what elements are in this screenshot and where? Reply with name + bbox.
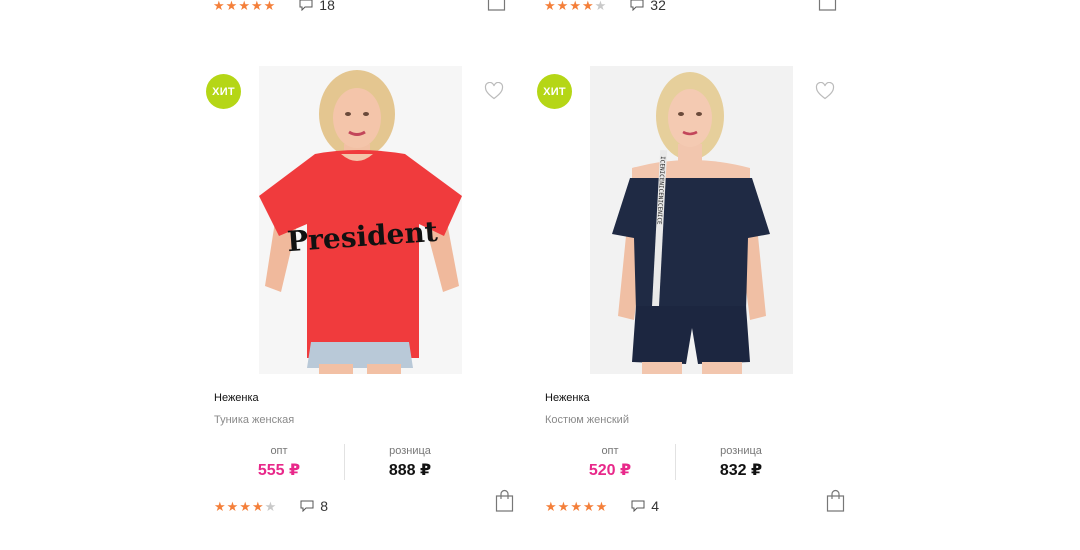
wholesale-label: опт <box>601 445 619 457</box>
star-filled-icon: ★ <box>239 498 251 514</box>
product-description[interactable]: Костюм женский <box>545 414 629 426</box>
product-image: President <box>259 66 462 374</box>
star-filled-icon: ★ <box>556 0 569 13</box>
retail-label: розница <box>720 445 762 457</box>
star-empty-icon: ★ <box>264 498 277 514</box>
star-filled-icon: ★ <box>251 498 264 514</box>
wholesale-value: 555 ₽ <box>257 462 301 479</box>
product-photo[interactable]: ICENICENICENICENICE <box>590 66 793 374</box>
hit-badge: ХИТ <box>537 74 572 109</box>
star-filled-icon: ★ <box>214 498 226 514</box>
cart-button[interactable] <box>487 0 506 17</box>
price-block: опт 520 ₽ розница 832 ₽ <box>545 444 845 480</box>
rating-block: ★ ★ ★ ★ ★ 32 <box>544 0 666 13</box>
rating-stars: ★ ★ ★ ★ ★ <box>545 500 607 513</box>
cart-button[interactable] <box>826 489 845 518</box>
star-filled-icon: ★ <box>569 0 581 13</box>
favorite-button[interactable] <box>815 81 835 105</box>
wholesale-price: опт 555 ₽ <box>214 444 344 481</box>
product-card[interactable]: President ХИТ Неженка Туника женская опт… <box>206 66 514 526</box>
hit-badge: ХИТ <box>206 74 241 109</box>
star-filled-icon: ★ <box>250 0 263 13</box>
comments-link[interactable]: 32 <box>630 0 666 13</box>
comment-icon <box>299 0 313 11</box>
star-filled-icon: ★ <box>226 498 239 514</box>
product-brand[interactable]: Неженка <box>214 392 259 404</box>
cart-button[interactable] <box>818 0 837 17</box>
star-filled-icon: ★ <box>557 498 570 514</box>
star-filled-icon: ★ <box>570 498 582 514</box>
retail-value: 832 ₽ <box>719 462 763 479</box>
comments-count: 18 <box>319 0 335 13</box>
star-filled-icon: ★ <box>582 498 595 514</box>
product-brand[interactable]: Неженка <box>545 392 590 404</box>
heart-icon <box>484 81 504 100</box>
rating-stars: ★ ★ ★ ★ ★ <box>544 0 606 12</box>
rating-block: ★ ★ ★ ★ ★ 4 <box>545 498 659 514</box>
wholesale-value: 520 ₽ <box>588 462 632 479</box>
cart-icon <box>495 489 514 512</box>
cart-icon <box>826 489 845 512</box>
star-filled-icon: ★ <box>263 0 276 13</box>
star-filled-icon: ★ <box>238 0 250 13</box>
star-filled-icon: ★ <box>544 0 556 13</box>
star-filled-icon: ★ <box>581 0 594 13</box>
rating-stars: ★ ★ ★ ★ ★ <box>214 500 276 513</box>
rating-block: ★ ★ ★ ★ ★ 18 <box>213 0 335 13</box>
cart-icon <box>487 0 506 11</box>
product-photo[interactable]: President <box>259 66 462 374</box>
product-description[interactable]: Туника женская <box>214 414 294 426</box>
heart-icon <box>815 81 835 100</box>
star-filled-icon: ★ <box>213 0 225 13</box>
previous-row: ★ ★ ★ ★ ★ 18 ★ ★ ★ ★ ★ 32 <box>0 0 1080 20</box>
rating-stars: ★ ★ ★ ★ ★ <box>213 0 275 12</box>
comments-link[interactable]: 8 <box>300 498 328 514</box>
star-filled-icon: ★ <box>545 498 557 514</box>
wholesale-price: опт 520 ₽ <box>545 444 675 481</box>
wholesale-label: опт <box>270 445 288 457</box>
retail-label: розница <box>389 445 431 457</box>
cart-button[interactable] <box>495 489 514 518</box>
comment-icon <box>300 500 314 512</box>
retail-price: розница 888 ₽ <box>345 444 475 481</box>
product-card[interactable]: ICENICENICENICENICE ХИТ Неженка Костюм ж… <box>537 66 845 526</box>
comments-link[interactable]: 4 <box>631 498 659 514</box>
rating-block: ★ ★ ★ ★ ★ 8 <box>214 498 328 514</box>
star-filled-icon: ★ <box>225 0 238 13</box>
catalog-page: ★ ★ ★ ★ ★ 18 ★ ★ ★ ★ ★ 32 President ХИТ … <box>0 0 1080 550</box>
price-block: опт 555 ₽ розница 888 ₽ <box>214 444 514 480</box>
comment-icon <box>631 500 645 512</box>
favorite-button[interactable] <box>484 81 504 105</box>
product-image: ICENICENICENICENICE <box>590 66 793 374</box>
comment-icon <box>630 0 644 11</box>
retail-value: 888 ₽ <box>388 462 432 479</box>
comments-count: 4 <box>651 498 660 514</box>
cart-icon <box>818 0 837 11</box>
retail-price: розница 832 ₽ <box>676 444 806 481</box>
comments-link[interactable]: 18 <box>299 0 335 13</box>
comments-count: 32 <box>650 0 666 13</box>
comments-count: 8 <box>320 498 329 514</box>
star-filled-icon: ★ <box>595 498 608 514</box>
star-empty-icon: ★ <box>594 0 607 13</box>
